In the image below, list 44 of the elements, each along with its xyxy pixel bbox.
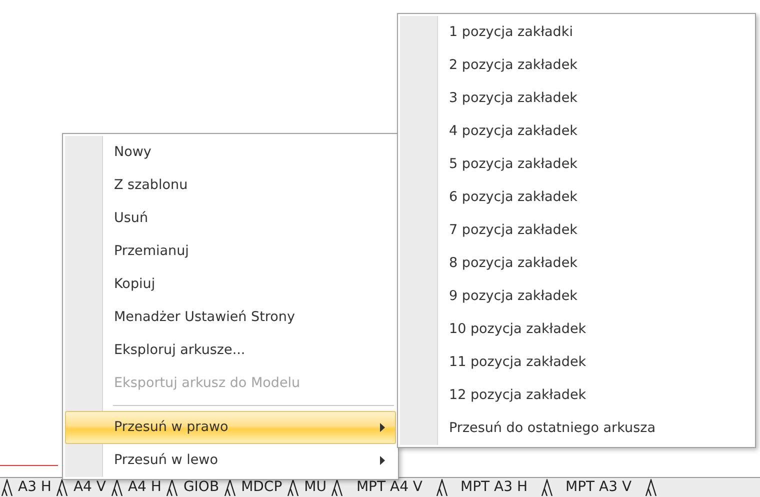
tab-separator-icon (434, 479, 449, 496)
tab-separator-icon (644, 479, 658, 496)
tab-separator-icon (110, 479, 124, 496)
menu-item[interactable]: Kopiuj (65, 268, 396, 301)
menu-item[interactable]: Przemianuj (65, 235, 396, 268)
menu-item[interactable]: 6 pozycja zakładek (400, 181, 753, 214)
tab-separator-icon (55, 479, 70, 496)
menu-item[interactable]: 2 pozycja zakładek (400, 49, 753, 82)
menu-item[interactable]: Usuń (65, 202, 396, 235)
menu-item[interactable]: Przesuń w lewo (65, 444, 396, 477)
menu-item[interactable]: Przesuń w prawo (65, 411, 396, 444)
sheet-tab[interactable]: MU (300, 477, 330, 497)
menu-item[interactable]: 7 pozycja zakładek (400, 214, 753, 247)
sheet-edge-line (0, 465, 58, 466)
menu-item[interactable]: 5 pozycja zakładek (400, 148, 753, 181)
menu-item[interactable]: 4 pozycja zakładek (400, 115, 753, 148)
menu-item[interactable]: Z szablonu (65, 169, 396, 202)
submenu-arrow-icon (380, 423, 385, 432)
tab-separator-icon (223, 479, 238, 496)
sheet-tab[interactable]: MPT A4 V (344, 477, 435, 497)
tab-separator-icon (286, 479, 300, 496)
submenu-arrow-icon (380, 456, 385, 465)
menu-item[interactable]: 11 pozycja zakładek (400, 346, 753, 379)
sheet-tab[interactable]: A4 V (69, 477, 110, 497)
menu-item[interactable]: 8 pozycja zakładek (400, 247, 753, 280)
menu-item[interactable]: 1 pozycja zakładki (400, 16, 753, 49)
menu-item[interactable]: 9 pozycja zakładek (400, 280, 753, 313)
sheet-tab[interactable]: MPT A3 V (554, 477, 644, 497)
sheet-tab[interactable]: A3 H (14, 477, 56, 497)
menu-item[interactable]: Nowy (65, 136, 396, 169)
menu-item[interactable]: Eksploruj arkusze... (65, 334, 396, 367)
tab-separator-icon (540, 479, 554, 496)
sheet-tab[interactable]: GIOB (179, 477, 224, 497)
menu-item[interactable]: 10 pozycja zakładek (400, 313, 753, 346)
sheet-tab[interactable]: MDCP (237, 477, 286, 497)
sheet-tab[interactable]: A4 H (124, 477, 166, 497)
menu-item[interactable]: 3 pozycja zakładek (400, 82, 753, 115)
menu-item[interactable]: Menadżer Ustawień Strony (65, 301, 396, 334)
tab-separator-icon (330, 479, 344, 496)
sheet-tab[interactable]: MPT A3 H (448, 477, 540, 497)
tab-separator-icon (0, 479, 14, 496)
tab-separator-icon (165, 479, 180, 496)
menu-item[interactable]: Przesuń do ostatniego arkusza (400, 412, 753, 445)
menu-item[interactable]: 12 pozycja zakładek (400, 379, 753, 412)
